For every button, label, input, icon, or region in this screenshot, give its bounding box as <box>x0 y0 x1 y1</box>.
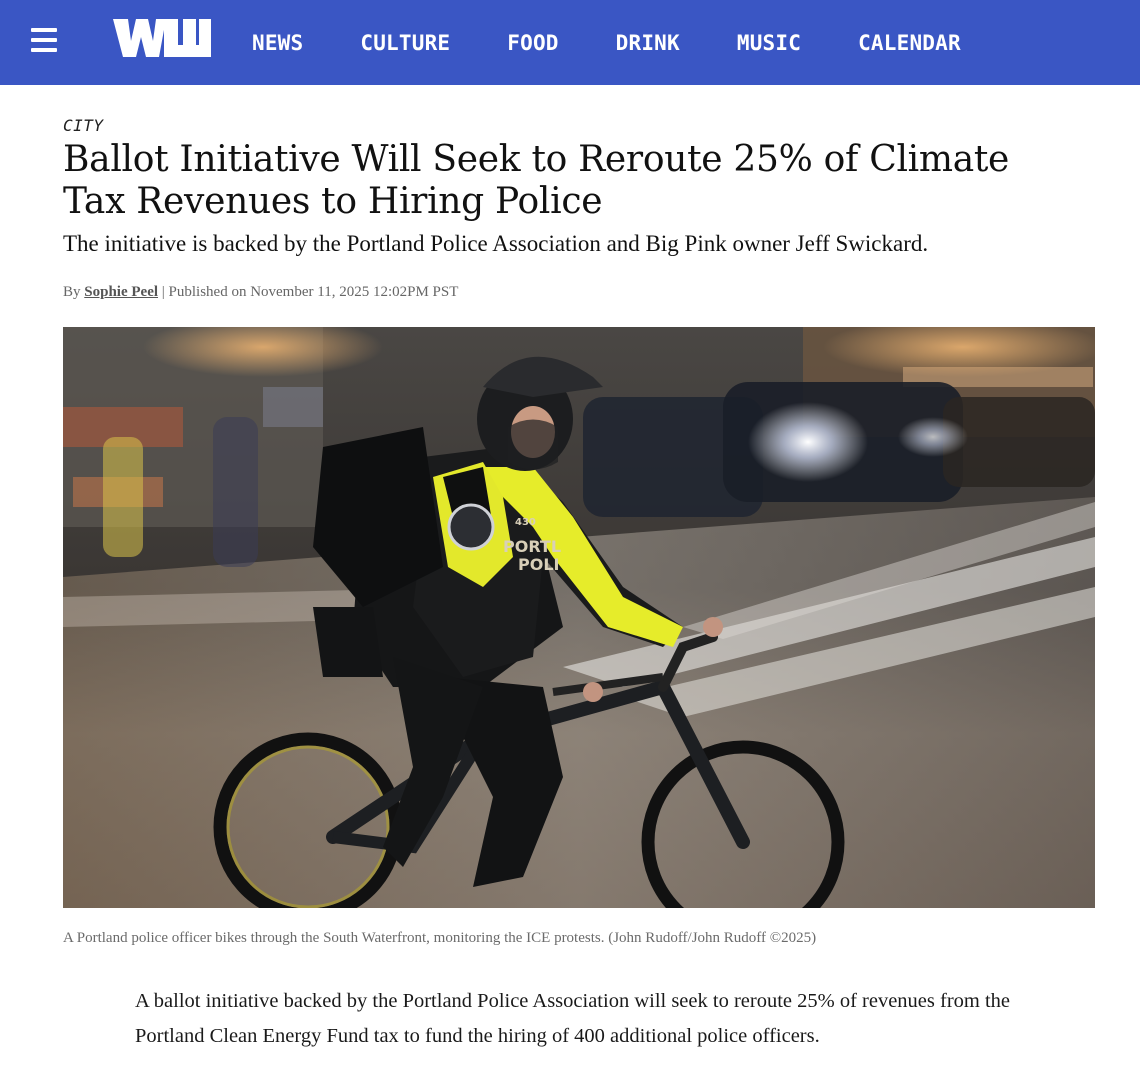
article-headline: Ballot Initiative Will Seek to Reroute 2… <box>63 139 1010 222</box>
menu-icon[interactable] <box>31 28 57 52</box>
section-label[interactable]: CITY <box>63 116 104 135</box>
nav-drink[interactable]: DRINK <box>616 28 680 58</box>
svg-text:POLI: POLI <box>518 555 559 574</box>
nav-culture[interactable]: CULTURE <box>360 28 450 58</box>
author-link[interactable]: Sophie Peel <box>84 284 158 300</box>
byline: By Sophie Peel | Published on November 1… <box>63 284 458 301</box>
nav-news[interactable]: NEWS <box>252 28 303 58</box>
hero-photo: PORTL POLI 430 <box>63 327 1095 908</box>
site-logo[interactable] <box>110 17 211 59</box>
byline-prefix: By <box>63 284 81 300</box>
svg-text:PORTL: PORTL <box>503 537 561 556</box>
publish-date: | Published on November 11, 2025 12:02PM… <box>161 284 459 300</box>
article-body: A ballot initiative backed by the Portla… <box>135 984 1015 1054</box>
photo-caption: A Portland police officer bikes through … <box>63 930 817 946</box>
site-header: NEWS CULTURE FOOD DRINK MUSIC CALENDAR <box>0 0 1140 85</box>
article-dek: The initiative is backed by the Portland… <box>63 231 929 256</box>
svg-text:430: 430 <box>515 517 536 528</box>
nav-calendar[interactable]: CALENDAR <box>858 28 961 58</box>
primary-nav: NEWS CULTURE FOOD DRINK MUSIC CALENDAR <box>252 28 1018 58</box>
nav-music[interactable]: MUSIC <box>737 28 801 58</box>
nav-food[interactable]: FOOD <box>507 28 558 58</box>
body-paragraph: A ballot initiative backed by the Portla… <box>135 990 1011 1047</box>
